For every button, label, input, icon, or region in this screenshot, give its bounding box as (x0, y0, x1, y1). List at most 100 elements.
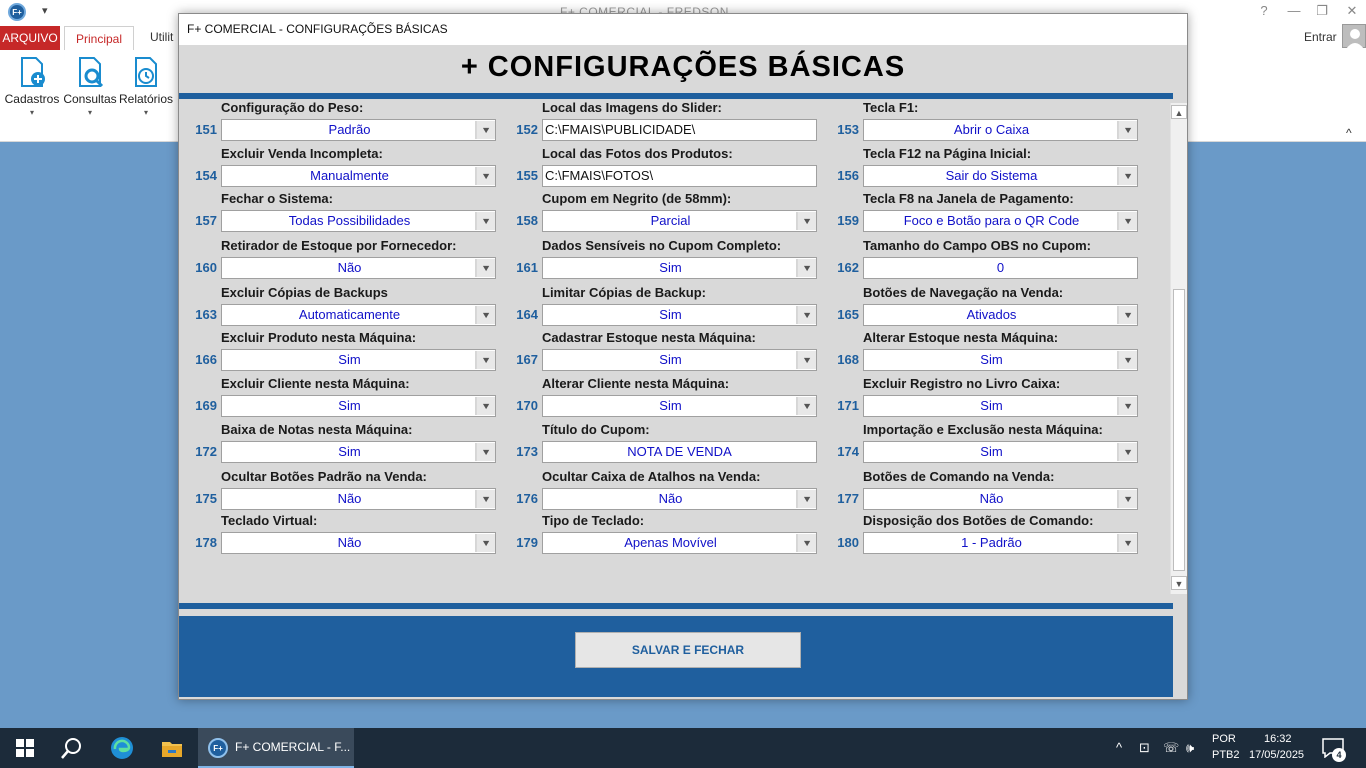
setting-select[interactable]: Não ▼ (221, 257, 496, 279)
consultas-button[interactable]: Consultas ▾ (61, 56, 119, 117)
setting-select[interactable]: Não ▼ (542, 488, 817, 510)
search-icon[interactable] (60, 736, 84, 760)
setting-select[interactable]: Automaticamente ▼ (221, 304, 496, 326)
minimize-icon[interactable]: — (1284, 3, 1304, 18)
chevron-down-icon[interactable]: ▼ (1117, 121, 1137, 139)
phone-icon[interactable]: ☏ (1163, 740, 1179, 756)
setting-select[interactable]: Não ▼ (221, 532, 496, 554)
windows-start-icon[interactable] (13, 736, 37, 760)
taskbar-app-fcomercial[interactable]: F+ F+ COMERCIAL - F... (198, 728, 354, 768)
chevron-down-icon[interactable]: ▼ (796, 534, 816, 552)
help-icon[interactable]: ? (1254, 3, 1274, 18)
sign-in-link[interactable]: Entrar (1304, 30, 1337, 44)
clock-time[interactable]: 16:32 (1264, 733, 1292, 745)
chevron-down-icon[interactable]: ▼ (475, 534, 495, 552)
taskbar: F+ F+ COMERCIAL - F... ^ ⊡ ☏ 🕪 POR PTB2 … (0, 728, 1366, 768)
setting-175: Ocultar Botões Padrão na Venda: 175 Não ▼ (191, 469, 509, 515)
chevron-down-icon[interactable]: ▼ (475, 306, 495, 324)
scroll-thumb[interactable] (1173, 289, 1185, 571)
setting-172: Baixa de Notas nesta Máquina: 172 Sim ▼ (191, 422, 509, 468)
dialog-footer: SALVAR E FECHAR (179, 616, 1173, 697)
taskbar-app-label: F+ COMERCIAL - F... (235, 740, 351, 754)
language-indicator[interactable]: POR (1212, 733, 1236, 745)
setting-select[interactable]: Todas Possibilidades ▼ (221, 210, 496, 232)
scroll-up-icon[interactable]: ▲ (1171, 105, 1187, 119)
setting-number: 179 (516, 535, 538, 550)
close-icon[interactable]: ✕ (1342, 3, 1362, 19)
chevron-down-icon[interactable]: ▼ (796, 259, 816, 277)
setting-label: Título do Cupom: (542, 422, 650, 437)
setting-select[interactable]: Manualmente ▼ (221, 165, 496, 187)
chevron-down-icon[interactable]: ▼ (1117, 212, 1137, 230)
chevron-down-icon[interactable]: ▼ (1117, 167, 1137, 185)
chevron-down-icon[interactable]: ▼ (475, 121, 495, 139)
restore-icon[interactable]: ❐ (1312, 3, 1332, 19)
chevron-down-icon[interactable]: ▼ (1117, 490, 1137, 508)
setting-select[interactable]: Sim ▼ (221, 441, 496, 463)
setting-select[interactable]: Sim ▼ (542, 395, 817, 417)
setting-select[interactable]: Abrir o Caixa ▼ (863, 119, 1138, 141)
setting-select[interactable]: Sim ▼ (542, 257, 817, 279)
setting-select[interactable]: 1 - Padrão ▼ (863, 532, 1138, 554)
edge-browser-icon[interactable] (110, 736, 134, 760)
vertical-scrollbar[interactable]: ▲ ▼ (1170, 103, 1187, 594)
tab-arquivo[interactable]: ARQUIVO (0, 26, 60, 50)
setting-select[interactable]: Parcial ▼ (542, 210, 817, 232)
file-explorer-icon[interactable] (160, 736, 184, 760)
setting-input[interactable]: C:\FMAIS\PUBLICIDADE\ (542, 119, 817, 141)
setting-input[interactable]: C:\FMAIS\FOTOS\ (542, 165, 817, 187)
chevron-down-icon[interactable]: ▼ (796, 490, 816, 508)
setting-152: Local das Imagens do Slider: 152 C:\FMAIS\… (512, 100, 830, 146)
setting-select[interactable]: Sim ▼ (863, 349, 1138, 371)
chevron-down-icon[interactable]: ▼ (475, 490, 495, 508)
quick-access-dropdown-icon[interactable]: ▾ (42, 4, 48, 17)
chevron-down-icon[interactable]: ▼ (475, 443, 495, 461)
setting-select[interactable]: Sim ▼ (863, 395, 1138, 417)
chevron-down-icon[interactable]: ▼ (1117, 443, 1137, 461)
cadastros-button[interactable]: Cadastros ▾ (3, 56, 61, 117)
setting-input[interactable]: 0 (863, 257, 1138, 279)
chevron-down-icon[interactable]: ▼ (475, 397, 495, 415)
setting-select[interactable]: Sim ▼ (542, 349, 817, 371)
chevron-down-icon[interactable]: ▼ (475, 212, 495, 230)
chevron-down-icon[interactable]: ▼ (796, 212, 816, 230)
setting-select[interactable]: Sair do Sistema ▼ (863, 165, 1138, 187)
keyboard-layout-indicator[interactable]: PTB2 (1212, 749, 1240, 761)
setting-select[interactable]: Sim ▼ (221, 395, 496, 417)
collapse-ribbon-icon[interactable]: ^ (1346, 126, 1352, 140)
chevron-down-icon[interactable]: ▼ (475, 259, 495, 277)
chevron-down-icon[interactable]: ▼ (1117, 351, 1137, 369)
chevron-down-icon[interactable]: ▼ (475, 167, 495, 185)
tray-overflow-icon[interactable]: ^ (1116, 740, 1122, 755)
setting-select[interactable]: Foco e Botão para o QR Code ▼ (863, 210, 1138, 232)
clock-date[interactable]: 17/05/2025 (1249, 749, 1304, 761)
chevron-down-icon[interactable]: ▼ (1117, 306, 1137, 324)
setting-select[interactable]: Não ▼ (221, 488, 496, 510)
network-icon[interactable]: ⊡ (1139, 740, 1150, 756)
tab-utilitarios[interactable]: Utilit (150, 30, 173, 44)
setting-value: Sim (980, 352, 1003, 367)
tab-principal[interactable]: Principal (64, 26, 134, 50)
setting-label: Limitar Cópias de Backup: (542, 285, 706, 300)
chevron-down-icon[interactable]: ▼ (1117, 534, 1137, 552)
setting-select[interactable]: Apenas Movível ▼ (542, 532, 817, 554)
chevron-down-icon[interactable]: ▼ (796, 306, 816, 324)
save-and-close-button[interactable]: SALVAR E FECHAR (575, 632, 801, 668)
setting-select[interactable]: Não ▼ (863, 488, 1138, 510)
setting-number: 164 (516, 307, 538, 322)
chevron-down-icon[interactable]: ▼ (1117, 397, 1137, 415)
setting-input[interactable]: NOTA DE VENDA (542, 441, 817, 463)
volume-icon[interactable]: 🕪 (1186, 740, 1194, 756)
setting-select[interactable]: Padrão ▼ (221, 119, 496, 141)
dialog-titlebar[interactable]: F+ COMERCIAL - CONFIGURAÇÕES BÁSICAS (179, 14, 1187, 45)
setting-select[interactable]: Sim ▼ (863, 441, 1138, 463)
setting-select[interactable]: Sim ▼ (542, 304, 817, 326)
relatorios-button[interactable]: Relatórios ▾ (117, 56, 175, 117)
chevron-down-icon[interactable]: ▼ (796, 351, 816, 369)
chevron-down-icon[interactable]: ▼ (796, 397, 816, 415)
setting-select[interactable]: Ativados ▼ (863, 304, 1138, 326)
avatar[interactable] (1342, 24, 1366, 49)
setting-select[interactable]: Sim ▼ (221, 349, 496, 371)
scroll-down-icon[interactable]: ▼ (1171, 576, 1187, 590)
chevron-down-icon[interactable]: ▼ (475, 351, 495, 369)
